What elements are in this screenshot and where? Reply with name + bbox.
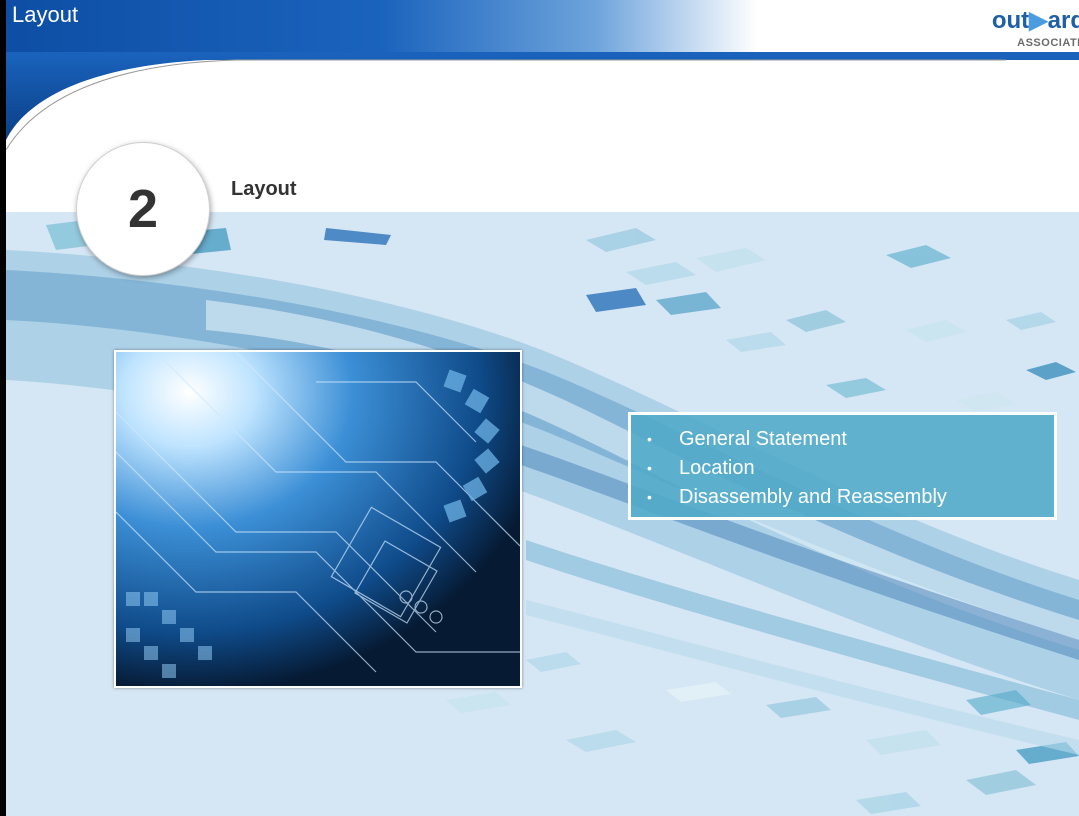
technology-circuit-image: [114, 350, 522, 688]
bullet-label: General Statement: [679, 428, 847, 450]
section-number-badge: 2: [76, 142, 210, 276]
bullet-list: • General Statement • Location • Disasse…: [631, 425, 1054, 512]
header-swoosh: [6, 52, 1079, 140]
list-item: • Disassembly and Reassembly: [631, 483, 1054, 512]
slide: Layout out▶ard ASSOCIATE 2 Layout • Gene…: [6, 0, 1079, 816]
bullet-label: Location: [679, 457, 755, 479]
header-title: Layout: [12, 2, 79, 27]
section-number: 2: [127, 179, 159, 239]
bullet-dot-icon: •: [647, 460, 652, 476]
list-item: • General Statement: [631, 425, 1054, 454]
section-title: Layout: [231, 178, 297, 200]
logo-text-end: ard: [1047, 7, 1079, 34]
bullet-label: Disassembly and Reassembly: [679, 486, 947, 508]
logo-w-icon: ▶: [1029, 7, 1048, 34]
logo-subtext: ASSOCIATE: [1017, 37, 1079, 49]
logo-text-start: out: [991, 7, 1030, 34]
circuit-art: [116, 352, 520, 686]
bullet-dot-icon: •: [647, 431, 652, 447]
list-item: • Location: [631, 454, 1054, 483]
company-logo: out▶ard ASSOCIATE: [965, 6, 1079, 49]
logo-wordmark: out▶ard: [965, 6, 1079, 35]
header-banner: [6, 0, 1079, 52]
bullet-dot-icon: •: [647, 489, 652, 505]
bullet-points-box: • General Statement • Location • Disasse…: [628, 412, 1057, 520]
header-swoosh-line: [6, 59, 1006, 151]
